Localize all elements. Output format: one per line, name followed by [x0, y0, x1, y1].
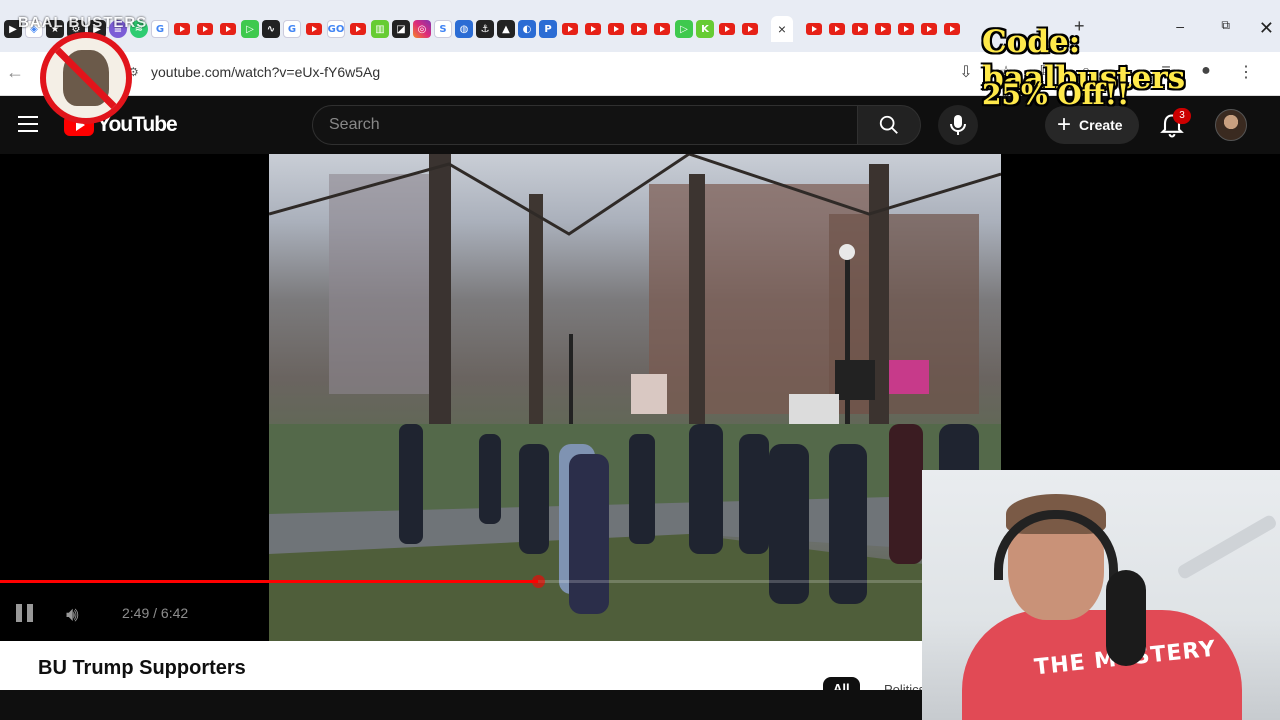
- video-title: BU Trump Supporters: [38, 657, 246, 679]
- tab-favicon-youtube[interactable]: [852, 23, 868, 35]
- tab-favicon-youtube[interactable]: [220, 23, 236, 35]
- active-tab-close-button[interactable]: ×: [771, 16, 793, 42]
- pause-icon[interactable]: [16, 604, 34, 622]
- tab-favicon[interactable]: ⚓: [476, 20, 494, 38]
- tab-favicon-google[interactable]: G: [151, 20, 169, 38]
- webcam-overlay: THE MYSTERY: [922, 470, 1280, 720]
- tab-favicon-youtube[interactable]: [306, 23, 322, 35]
- tab-favicon-youtube[interactable]: [719, 23, 735, 35]
- voice-search-button[interactable]: [938, 105, 978, 145]
- tab-favicon-youtube[interactable]: [875, 23, 891, 35]
- tab-favicon[interactable]: GO: [327, 20, 345, 38]
- notification-count-badge: 3: [1173, 108, 1191, 124]
- time-display: 2:49 / 6:42: [122, 605, 189, 621]
- tab-favicon-youtube[interactable]: [562, 23, 578, 35]
- tab-favicon-youtube[interactable]: [174, 23, 190, 35]
- plus-icon: +: [1057, 111, 1072, 138]
- tab-favicon[interactable]: ◍: [455, 20, 473, 38]
- search-input[interactable]: [313, 106, 813, 144]
- search-box: [312, 105, 858, 145]
- video-frame[interactable]: [269, 154, 1001, 641]
- volume-icon[interactable]: 🔊︎: [66, 604, 79, 627]
- create-label: Create: [1079, 117, 1123, 133]
- tab-favicon-youtube[interactable]: [608, 23, 624, 35]
- tab-favicon-youtube[interactable]: [944, 23, 960, 35]
- create-button[interactable]: + Create: [1045, 106, 1139, 144]
- tab-favicon-youtube[interactable]: [829, 23, 845, 35]
- tab-favicon[interactable]: ∿: [262, 20, 280, 38]
- tab-favicon[interactable]: K: [696, 20, 714, 38]
- tab-favicon-youtube[interactable]: [742, 23, 758, 35]
- tab-favicon[interactable]: ▷: [241, 20, 259, 38]
- tab-favicon-youtube[interactable]: [350, 23, 366, 35]
- tab-favicon-youtube[interactable]: [197, 23, 213, 35]
- install-app-icon[interactable]: ⇩: [956, 62, 976, 82]
- tab-favicon[interactable]: P: [539, 20, 557, 38]
- tab-favicon-youtube[interactable]: [921, 23, 937, 35]
- tab-favicon-instagram[interactable]: ◎: [413, 20, 431, 38]
- tab-favicon[interactable]: ▲: [497, 20, 515, 38]
- tab-favicon-youtube[interactable]: [585, 23, 601, 35]
- microphone-icon: [950, 115, 966, 135]
- tab-favicon-youtube[interactable]: [654, 23, 670, 35]
- account-avatar[interactable]: [1215, 109, 1247, 141]
- url-field[interactable]: youtube.com/watch?v=eUx-fY6w5Ag: [151, 64, 380, 80]
- back-arrow-icon[interactable]: ←: [6, 62, 24, 83]
- tab-favicon[interactable]: S: [434, 20, 452, 38]
- no-baal-logo: [40, 32, 132, 124]
- tab-favicon-youtube[interactable]: [631, 23, 647, 35]
- video-scene: [269, 154, 1001, 641]
- mic-boom-arm: [1175, 513, 1279, 581]
- promo-discount-text: 25% Off!!: [982, 78, 1130, 111]
- tab-favicon[interactable]: ◐: [518, 20, 536, 38]
- search-button[interactable]: [857, 105, 921, 145]
- tab-favicon[interactable]: ▥: [371, 20, 389, 38]
- tab-favicon-youtube[interactable]: [806, 23, 822, 35]
- menu-icon[interactable]: [18, 116, 38, 132]
- tab-favicon[interactable]: ◪: [392, 20, 410, 38]
- tab-favicon[interactable]: ▷: [675, 20, 693, 38]
- progress-fill: [0, 580, 538, 583]
- tab-favicon-youtube[interactable]: [898, 23, 914, 35]
- tab-favicon-google[interactable]: G: [283, 20, 301, 38]
- overlay-logo-text: BAAL BUSTERS: [18, 14, 148, 31]
- microphone: [1106, 570, 1146, 666]
- progress-scrubber[interactable]: [531, 575, 545, 588]
- search-icon: [879, 115, 898, 134]
